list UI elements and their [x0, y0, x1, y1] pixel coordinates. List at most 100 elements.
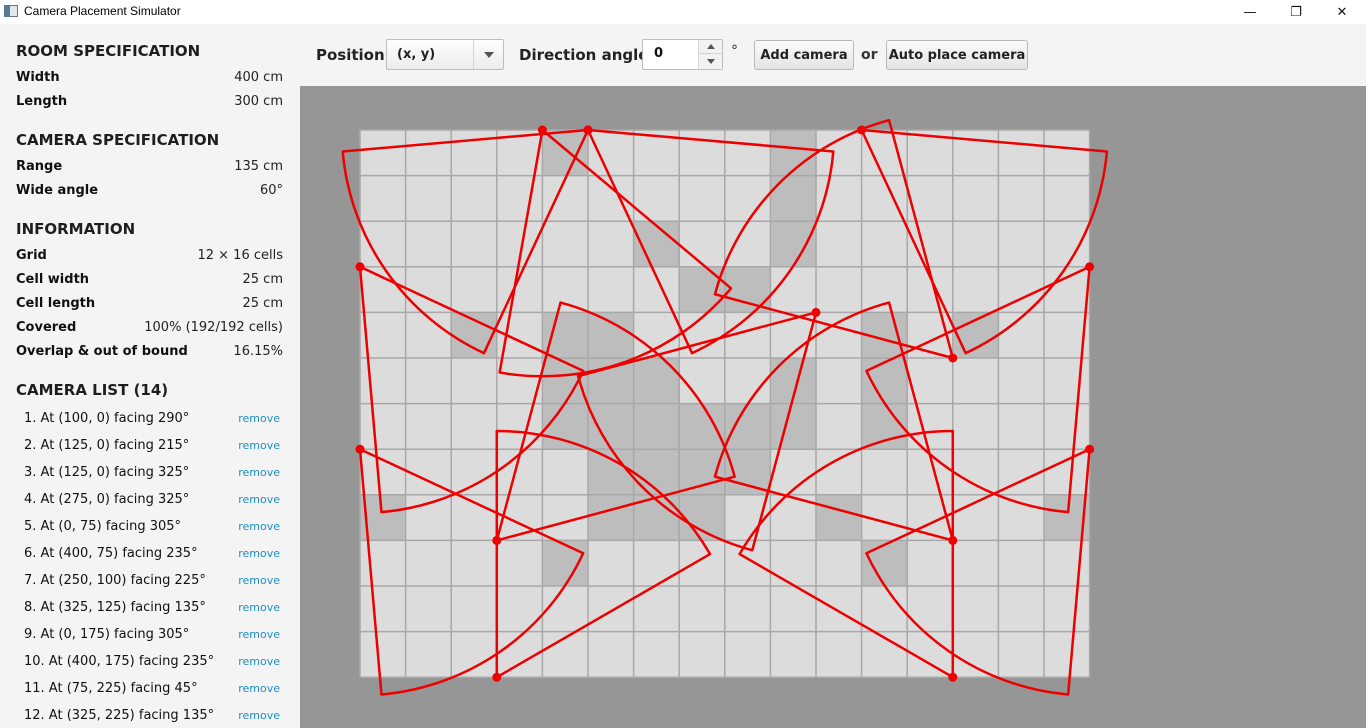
overlap-cell	[588, 449, 634, 495]
camera-list-item: 10. At (400, 175) facing 235° remove	[0, 654, 300, 681]
grid-value: 12 × 16 cells	[197, 248, 283, 263]
overlap-cell	[588, 494, 634, 541]
camera-list-item: 7. At (250, 100) facing 225° remove	[0, 573, 300, 600]
grid-label: Grid	[16, 248, 47, 263]
degree-symbol: °	[731, 43, 738, 59]
position-select[interactable]: (x, y)	[386, 39, 504, 70]
overlap-cell	[770, 175, 816, 222]
camera-list-item-text: 3. At (125, 0) facing 325°	[24, 465, 190, 480]
overlap-cell	[542, 358, 588, 404]
remove-camera-link[interactable]: remove	[238, 601, 280, 614]
information-heading: INFORMATION	[16, 220, 136, 238]
cell-length-value: 25 cm	[242, 296, 284, 311]
arrow-up-icon	[706, 44, 715, 49]
simulation-canvas[interactable]	[300, 86, 1366, 728]
remove-camera-link[interactable]: remove	[238, 412, 280, 425]
room-length-value: 300 cm	[234, 94, 283, 109]
spinner-buttons	[698, 40, 722, 69]
overlap-cell	[679, 266, 725, 313]
sidebar: ROOM SPECIFICATION Width 400 cm Length 3…	[0, 24, 300, 728]
close-button[interactable]: ✕	[1319, 0, 1365, 24]
remove-camera-link[interactable]: remove	[238, 493, 280, 506]
camera-list-item: 1. At (100, 0) facing 290° remove	[0, 411, 300, 438]
camera-marker	[583, 125, 593, 135]
camera-marker	[355, 444, 365, 454]
chevron-down-icon	[484, 52, 494, 58]
range-value: 135 cm	[234, 159, 283, 174]
overlap-cell	[679, 403, 725, 450]
camera-list-item: 2. At (125, 0) facing 215° remove	[0, 438, 300, 465]
minimize-button[interactable]: —	[1227, 0, 1273, 24]
remove-camera-link[interactable]: remove	[238, 682, 280, 695]
overlap-cell	[588, 358, 634, 404]
overlap-cell	[542, 540, 588, 586]
covered-value: 100% (192/192 cells)	[144, 320, 283, 335]
remove-camera-link[interactable]: remove	[238, 547, 280, 560]
overlap-cell	[861, 358, 908, 404]
overlap-cell	[861, 540, 908, 586]
room-spec-heading: ROOM SPECIFICATION	[16, 42, 201, 60]
overlap-cell	[588, 312, 634, 358]
remove-camera-link[interactable]: remove	[238, 709, 280, 722]
range-label: Range	[16, 159, 63, 174]
position-select-value: (x, y)	[397, 47, 436, 62]
cell-width-label: Cell width	[16, 272, 90, 287]
remove-camera-link[interactable]: remove	[238, 628, 280, 641]
camera-list-item-text: 4. At (275, 0) facing 325°	[24, 492, 190, 507]
spinner-decrement-button[interactable]	[699, 54, 722, 68]
room-width-label: Width	[16, 70, 60, 85]
overlap-cell	[633, 403, 680, 450]
camera-list-item-text: 5. At (0, 75) facing 305°	[24, 519, 182, 534]
camera-list-item-text: 1. At (100, 0) facing 290°	[24, 411, 190, 426]
camera-list-item-text: 11. At (75, 225) facing 45°	[24, 681, 198, 696]
camera-list-item: 6. At (400, 75) facing 235° remove	[0, 546, 300, 573]
camera-spec-heading: CAMERA SPECIFICATION	[16, 131, 220, 149]
overlap-cell	[816, 494, 862, 541]
direction-angle-label: Direction angle	[519, 46, 649, 64]
overlap-cell	[724, 403, 771, 450]
camera-list-item-text: 2. At (125, 0) facing 215°	[24, 438, 190, 453]
camera-list-item: 3. At (125, 0) facing 325° remove	[0, 465, 300, 492]
camera-marker	[948, 353, 958, 363]
camera-marker	[492, 672, 502, 682]
remove-camera-link[interactable]: remove	[238, 574, 280, 587]
overlap-cell	[588, 403, 634, 450]
cell-width-value: 25 cm	[242, 272, 284, 287]
remove-camera-link[interactable]: remove	[238, 520, 280, 533]
direction-angle-spinner[interactable]: 0	[642, 39, 723, 70]
room-width-value: 400 cm	[234, 70, 283, 85]
position-label: Position	[316, 46, 385, 64]
position-select-toggle[interactable]	[473, 40, 503, 69]
camera-list-item: 8. At (325, 125) facing 135° remove	[0, 600, 300, 627]
title-bar: Camera Placement Simulator — ❐ ✕	[0, 0, 1366, 24]
camera-marker	[1085, 262, 1095, 272]
remove-camera-link[interactable]: remove	[238, 466, 280, 479]
auto-place-camera-button[interactable]: Auto place camera	[886, 40, 1028, 70]
camera-list-item: 5. At (0, 75) facing 305° remove	[0, 519, 300, 546]
remove-camera-link[interactable]: remove	[238, 439, 280, 452]
spinner-increment-button[interactable]	[699, 40, 722, 54]
overlap-label: Overlap & out of bound	[16, 344, 188, 359]
camera-list-item-text: 7. At (250, 100) facing 225°	[24, 573, 206, 588]
simulation-svg[interactable]	[300, 86, 1366, 728]
camera-list-item: 4. At (275, 0) facing 325° remove	[0, 492, 300, 519]
remove-camera-link[interactable]: remove	[238, 655, 280, 668]
overlap-cell	[633, 358, 680, 404]
camera-list-item-text: 10. At (400, 175) facing 235°	[24, 654, 215, 669]
camera-list-heading: CAMERA LIST (14)	[16, 381, 169, 399]
overlap-cell	[770, 403, 816, 450]
overlap-value: 16.15%	[233, 344, 283, 359]
camera-list-item: 11. At (75, 225) facing 45° remove	[0, 681, 300, 708]
add-camera-button[interactable]: Add camera	[754, 40, 854, 70]
overlap-cell	[724, 449, 771, 495]
camera-list-item-text: 6. At (400, 75) facing 235°	[24, 546, 198, 561]
direction-angle-value[interactable]: 0	[654, 46, 663, 61]
maximize-button[interactable]: ❐	[1273, 0, 1319, 24]
camera-marker	[811, 307, 821, 317]
camera-list-item-text: 9. At (0, 175) facing 305°	[24, 627, 190, 642]
room-length-label: Length	[16, 94, 68, 109]
or-label: or	[861, 47, 878, 63]
toolbar: Position (x, y) Direction angle 0 ° Add …	[300, 24, 1366, 86]
camera-list-item-text: 12. At (325, 225) facing 135°	[24, 708, 215, 723]
arrow-down-icon	[706, 58, 715, 64]
